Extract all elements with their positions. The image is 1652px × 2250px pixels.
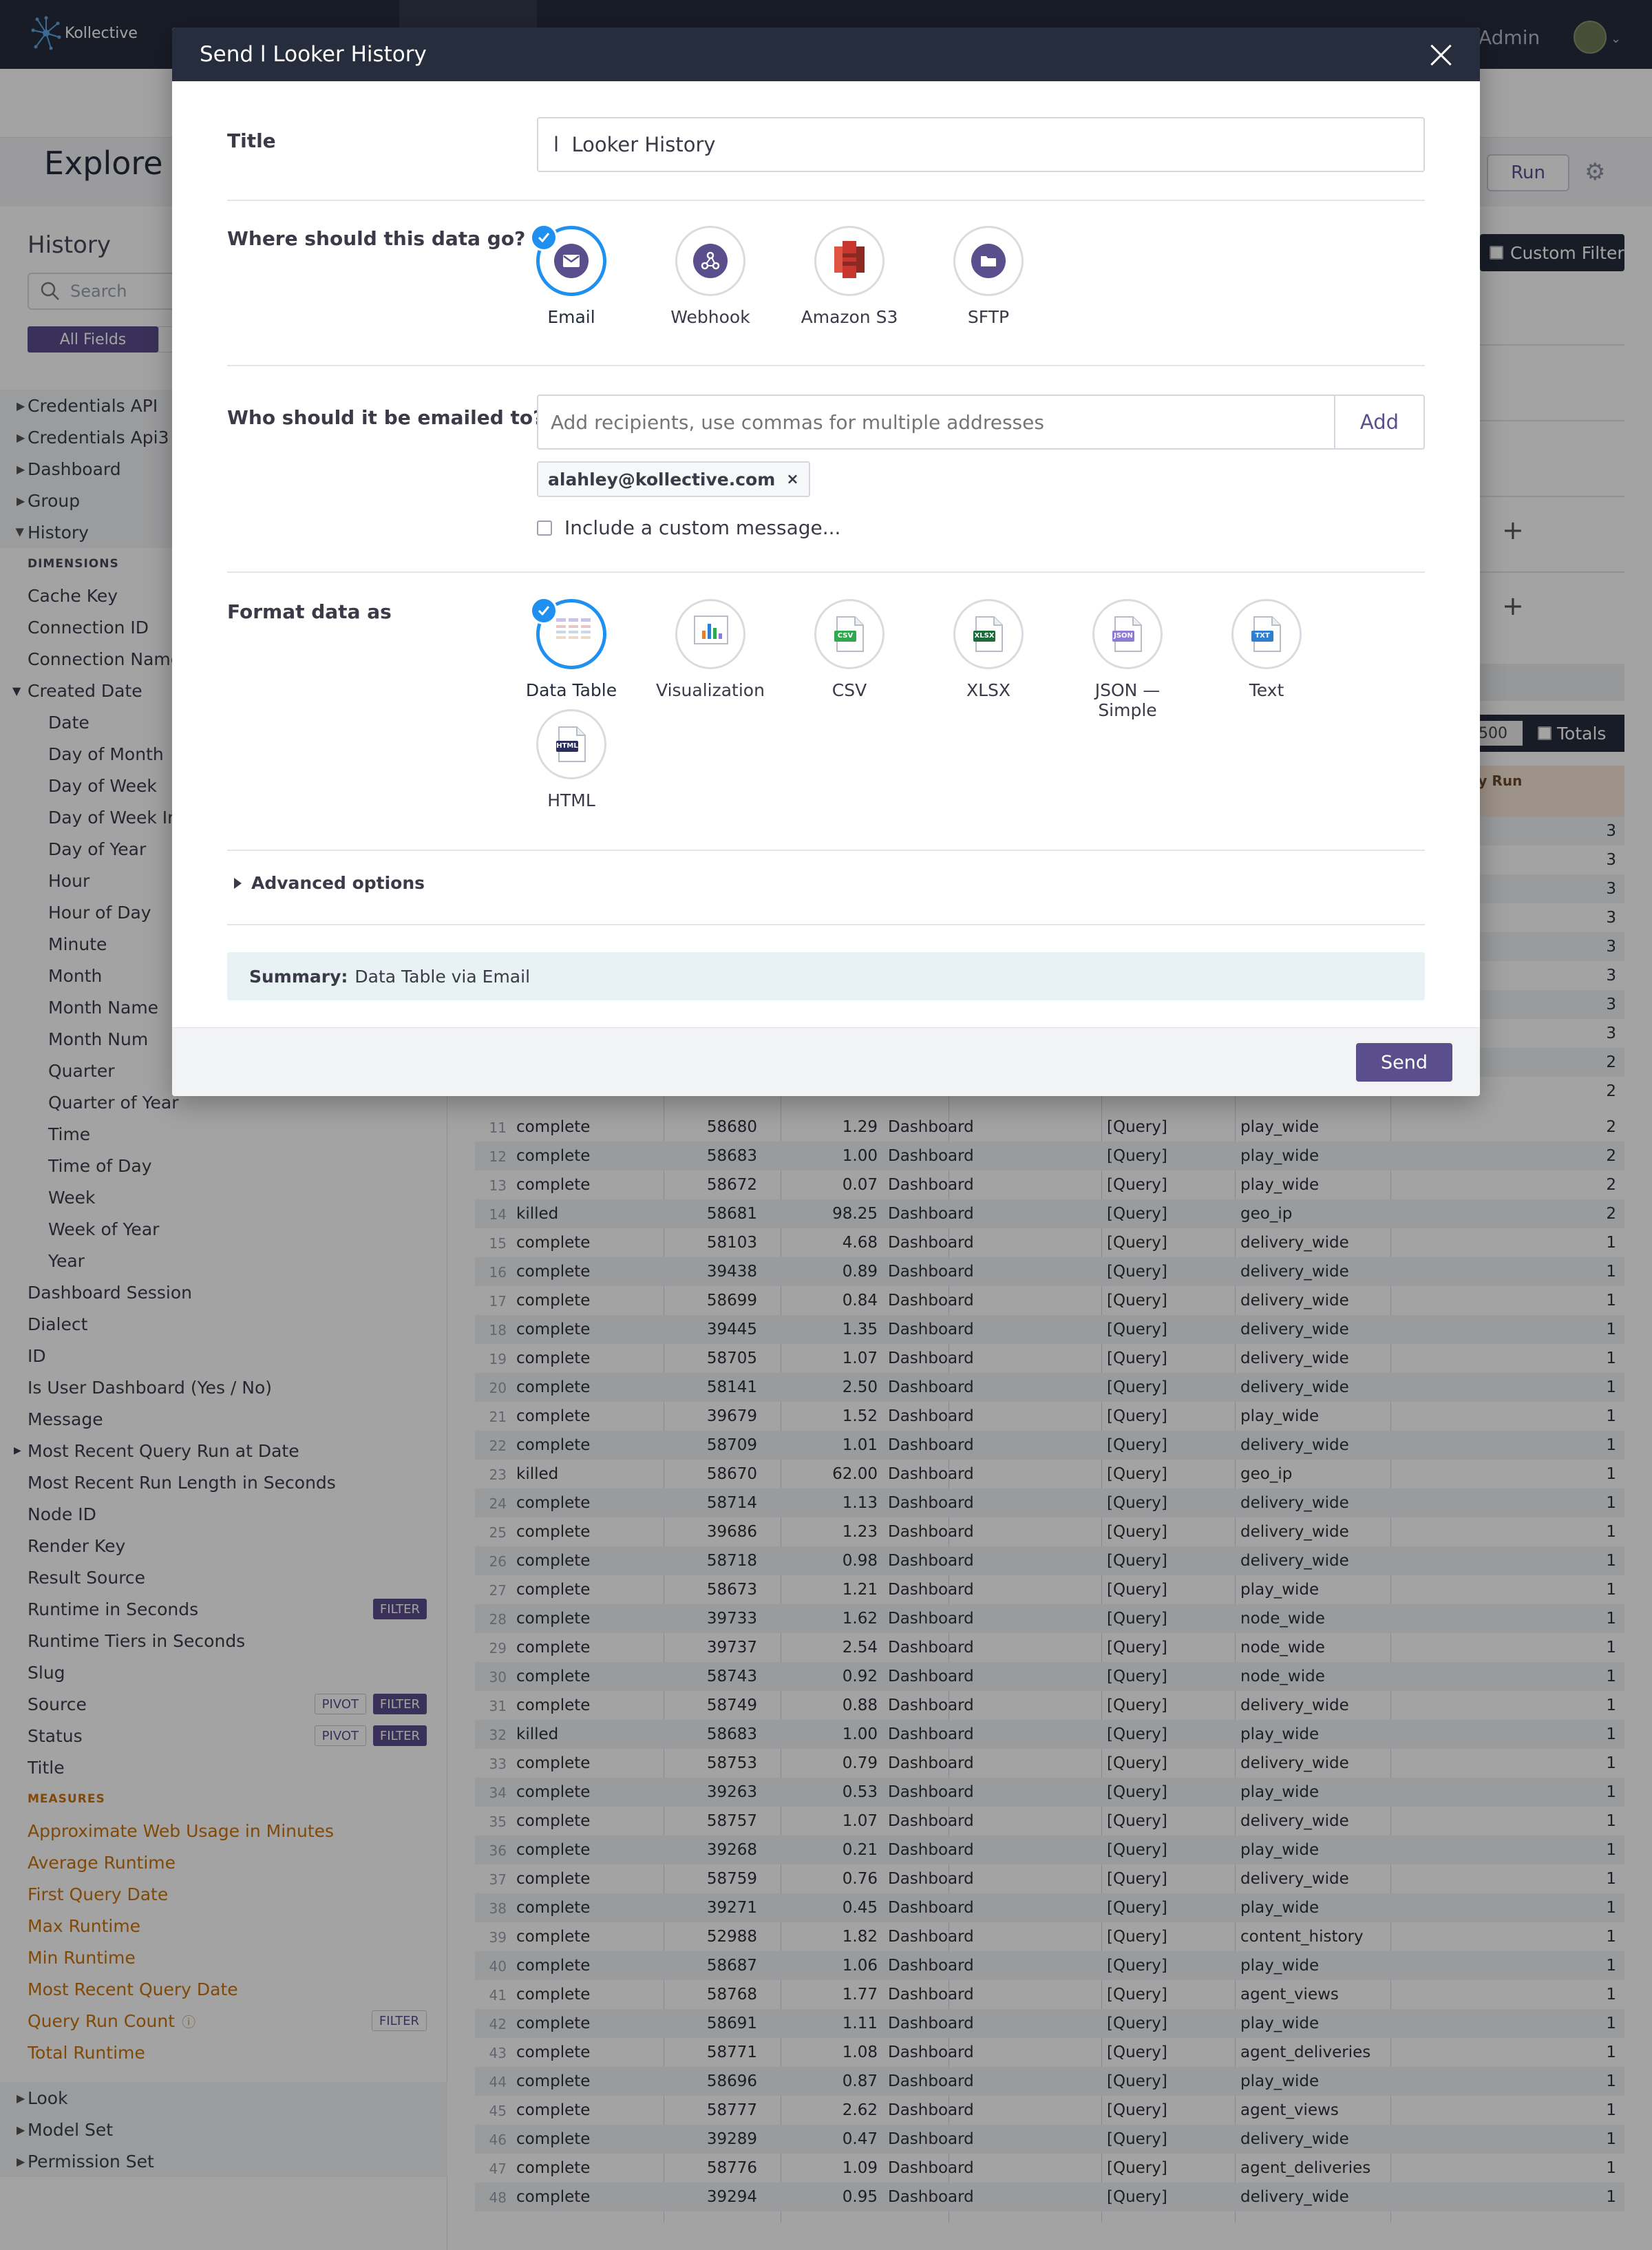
custom-message-option[interactable]: Include a custom message... [537,516,840,539]
dialog-title: Send l Looker History [200,42,427,67]
destination-webhook-option[interactable]: Webhook [648,226,772,327]
format-csv-option[interactable]: CSV CSV [787,599,911,700]
format-text-option[interactable]: TXT Text [1205,599,1328,700]
format-visualization-option[interactable]: Visualization [648,599,772,700]
format-html-option[interactable]: HTML HTML [509,709,633,810]
folder-icon [971,244,1006,278]
format-field-label: Format data as [227,600,392,623]
file-badge-label: HTML [556,742,578,750]
file-badge-label: TXT [1255,632,1270,640]
title-field-label: Title [227,129,276,152]
format-option-label: Data Table [525,680,617,700]
visualization-icon [694,616,728,653]
xlsx-file-icon: XLSX [972,616,1005,653]
close-icon[interactable] [1425,39,1457,70]
dialog-header: Send l Looker History [172,28,1480,81]
divider [227,365,1425,366]
recipients-input[interactable] [537,395,1335,450]
format-option-label: JSON — Simple [1094,680,1161,720]
format-option-circle: TXT [1231,599,1302,669]
file-badge-label: CSV [837,632,854,640]
custom-message-label: Include a custom message... [564,516,841,539]
json-file-icon: JSON [1111,616,1144,653]
destination-option-label: Webhook [670,307,750,327]
send-button[interactable]: Send [1356,1043,1452,1082]
destination-option-circle [953,226,1024,296]
format-json-simple-option[interactable]: JSON JSON — Simple [1066,599,1189,720]
destination-option-circle [530,224,606,296]
format-option-label: CSV [832,680,867,700]
destination-amazon-s3-option[interactable]: Amazon S3 [787,226,911,327]
amazon-s3-icon [832,238,867,284]
send-dialog: Send l Looker History Title Where should… [172,28,1480,1096]
csv-file-icon: CSV [833,616,866,653]
webhook-icon [693,244,728,278]
format-data-table-option[interactable]: Data Table [509,597,633,700]
destination-option-label: SFTP [967,307,1010,327]
divider [227,850,1425,851]
format-option-circle [675,599,745,669]
destination-sftp-option[interactable]: SFTP [926,226,1050,327]
txt-file-icon: TXT [1250,616,1283,653]
recipients-field-label: Who should it be emailed to? [227,406,544,429]
format-option-label: HTML [547,790,595,810]
envelope-icon [554,244,589,278]
destination-option-circle [675,226,745,296]
format-option-label: Text [1249,680,1284,700]
format-option-circle: HTML [536,709,606,779]
html-file-icon: HTML [555,726,588,763]
caret-right-icon [234,877,242,889]
title-input[interactable] [537,117,1425,172]
recipient-email: alahley@kollective.com [548,469,776,490]
recipient-chip: alahley@kollective.com × [537,461,810,497]
destination-field-label: Where should this data go? [227,227,526,250]
file-badge-label: XLSX [974,632,995,640]
summary-box: Summary: Data Table via Email [227,952,1425,1000]
format-option-label: XLSX [966,680,1011,700]
dialog-footer: Send [172,1027,1480,1096]
advanced-options-label: Advanced options [251,873,425,893]
checkmark-icon [530,597,558,624]
divider [227,200,1425,201]
add-recipient-button[interactable]: Add [1334,395,1425,450]
divider [227,924,1425,925]
format-option-circle: CSV [814,599,885,669]
format-option-circle: XLSX [953,599,1024,669]
file-badge-label: JSON [1114,632,1133,640]
destination-email-option[interactable]: Email [509,224,633,327]
destination-option-label: Email [547,307,595,327]
destination-option-circle [814,226,885,296]
format-option-label: Visualization [656,680,765,700]
format-option-circle [530,597,606,669]
divider [227,571,1425,573]
remove-recipient-icon[interactable]: × [786,471,798,488]
data-table-icon [555,616,591,653]
summary-label: Summary: [249,966,348,987]
destination-option-label: Amazon S3 [801,307,898,327]
custom-message-checkbox[interactable] [537,520,552,536]
format-xlsx-option[interactable]: XLSX XLSX [926,599,1050,700]
advanced-options-toggle[interactable]: Advanced options [234,873,425,893]
checkmark-icon [530,224,558,251]
summary-value: Data Table via Email [354,966,531,987]
format-option-circle: JSON [1092,599,1163,669]
